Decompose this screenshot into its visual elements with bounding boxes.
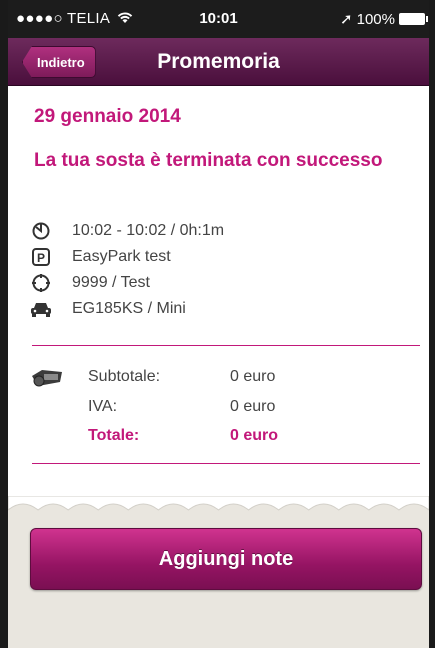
clock-icon — [30, 220, 52, 242]
target-icon — [30, 272, 52, 294]
detail-text: EasyPark test — [72, 248, 171, 265]
receipt-date: 29 gennaio 2014 — [34, 106, 181, 127]
navigation-bar: Indietro Promemoria — [8, 38, 429, 86]
location-icon: ➚ — [340, 11, 353, 28]
receipt-torn-edge — [8, 496, 429, 511]
cost-label: Subtotale: — [88, 368, 161, 385]
parking-icon: P — [30, 246, 52, 268]
money-icon — [30, 366, 64, 393]
cost-label: IVA: — [88, 398, 118, 415]
divider — [32, 345, 420, 346]
page-title: Promemoria — [157, 50, 280, 73]
parking-receipt: 29 gennaio 2014 La tua sosta è terminata… — [8, 86, 429, 496]
add-notes-button[interactable]: Aggiungi note — [30, 528, 422, 590]
app-screen: ●●●●○ TELIA 10:01 ➚ 100% Indietro Promem… — [8, 0, 429, 648]
status-bar: ●●●●○ TELIA 10:01 ➚ 100% — [8, 0, 429, 38]
detail-row-zone: 9999 / Test — [30, 272, 150, 294]
cost-label: Totale: — [88, 427, 140, 444]
detail-text: 9999 / Test — [72, 274, 150, 291]
cost-value: 0 euro — [230, 398, 276, 415]
car-icon — [30, 298, 52, 320]
detail-row-vehicle: EG185KS / Mini — [30, 298, 186, 320]
detail-row-operator: P EasyPark test — [30, 246, 171, 268]
cost-value: 0 euro — [230, 427, 279, 444]
battery-icon — [399, 13, 428, 25]
divider — [32, 463, 420, 464]
detail-row-time: 10:02 - 10:02 / 0h:1m — [30, 220, 224, 242]
battery-status: ➚ 100% — [340, 10, 428, 28]
svg-text:P: P — [37, 251, 45, 265]
cost-value: 0 euro — [230, 368, 276, 385]
receipt-headline: La tua sosta è terminata con successo — [34, 150, 383, 171]
detail-text: EG185KS / Mini — [72, 300, 186, 317]
battery-percent: 100% — [356, 10, 395, 28]
detail-text: 10:02 - 10:02 / 0h:1m — [72, 222, 225, 239]
